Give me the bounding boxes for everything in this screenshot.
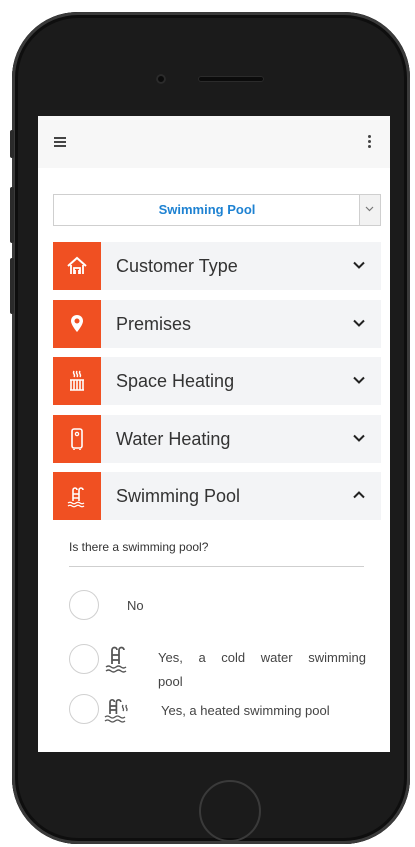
radio-cold-pool[interactable] — [69, 644, 99, 674]
chevron-up-icon — [353, 491, 365, 499]
accordion-title: Premises — [116, 314, 192, 334]
house-icon — [67, 256, 87, 274]
radiator-icon — [70, 370, 84, 391]
option-no[interactable]: No — [69, 590, 381, 622]
accordion-icon-box — [53, 242, 101, 290]
category-select[interactable]: Swimming Pool — [53, 194, 381, 226]
select-arrow[interactable] — [359, 195, 380, 225]
accordion-title: Customer Type — [116, 256, 238, 276]
radio-no[interactable] — [69, 590, 99, 620]
accordion-title: Space Heating — [116, 371, 235, 391]
accordion-title: Swimming Pool — [116, 486, 241, 506]
divider — [69, 566, 364, 567]
app-screen: Swimming Pool Customer Type Premises Spa… — [38, 116, 390, 752]
map-pin-icon — [71, 315, 83, 332]
accordion-swimming-pool[interactable]: Swimming Pool — [53, 472, 381, 520]
accordion-space-heating[interactable]: Space Heating — [53, 357, 381, 405]
option-heated-pool[interactable]: Yes, a heated swimming pool — [69, 694, 381, 726]
front-camera — [156, 74, 166, 84]
pool-ladder-icon — [67, 487, 85, 508]
volume-down-button — [10, 258, 14, 314]
chevron-down-icon — [353, 434, 365, 442]
accordion-icon-box — [53, 472, 101, 520]
category-select-value: Swimming Pool — [158, 202, 256, 217]
accordion-icon-box — [53, 300, 101, 348]
heated-pool-icon — [104, 698, 128, 723]
radio-heated-pool[interactable] — [69, 694, 99, 724]
chevron-down-icon — [353, 319, 365, 327]
option-cold-pool[interactable]: Yes, a cold water swimming pool — [69, 644, 381, 692]
option-label: No — [127, 598, 144, 613]
pool-question: Is there a swimming pool? — [69, 540, 209, 554]
chevron-down-icon — [353, 376, 365, 384]
chevron-down-icon — [365, 206, 374, 212]
option-label-continued: pool — [158, 674, 183, 689]
accordion-title: Water Heating — [116, 429, 231, 449]
accordion-customer-type[interactable]: Customer Type — [53, 242, 381, 290]
volume-up-button — [10, 187, 14, 243]
vertical-dots-icon[interactable] — [368, 135, 372, 149]
option-label: Yes, a heated swimming pool — [161, 703, 330, 718]
hamburger-menu-icon[interactable] — [54, 137, 66, 147]
home-button[interactable] — [199, 780, 261, 842]
accordion-water-heating[interactable]: Water Heating — [53, 415, 381, 463]
option-label: Yes, a cold water swimming — [158, 650, 366, 665]
accordion-premises[interactable]: Premises — [53, 300, 381, 348]
mute-switch — [10, 130, 14, 158]
earpiece-speaker — [198, 76, 264, 82]
chevron-down-icon — [353, 261, 365, 269]
pool-ladder-icon — [105, 646, 127, 673]
accordion-icon-box — [53, 415, 101, 463]
accordion-icon-box — [53, 357, 101, 405]
app-toolbar — [38, 116, 390, 168]
water-heater-icon — [71, 428, 83, 450]
